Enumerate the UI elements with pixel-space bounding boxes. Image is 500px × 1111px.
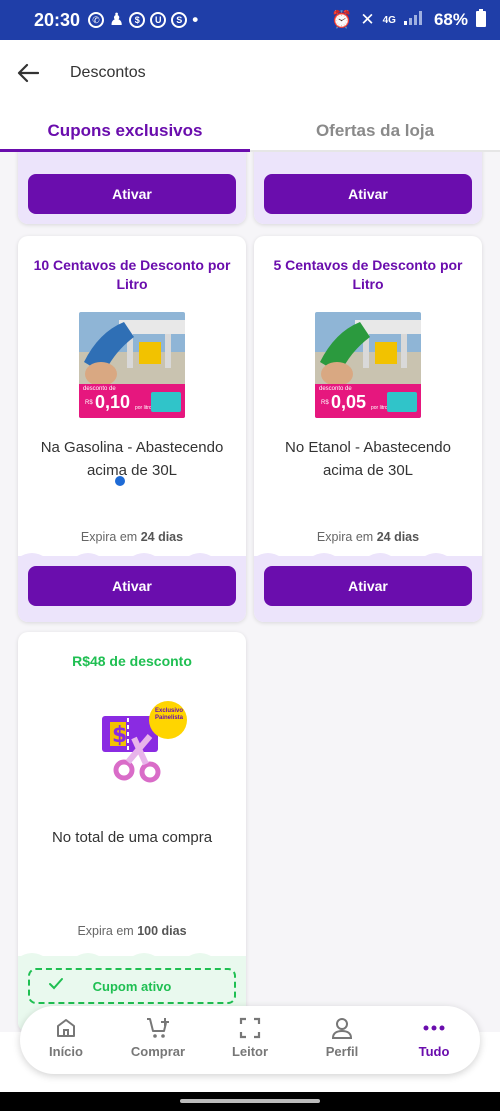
check-icon	[49, 978, 63, 990]
coupon-active-label: Cupom ativo	[92, 978, 172, 994]
nav-label: Comprar	[130, 1044, 186, 1059]
coupon-expiry: Expira em 24 dias	[80, 530, 184, 544]
arrow-left-icon	[17, 63, 39, 83]
card-footer: Ativar	[254, 152, 482, 224]
coupon-title: R$48 de desconto	[72, 653, 192, 669]
notification-icon: ♟	[109, 10, 125, 29]
app-header: Descontos	[0, 40, 500, 106]
coupon-description: No total de uma compra	[51, 829, 213, 846]
pay-icon: $	[129, 12, 146, 28]
tab-cupons-exclusivos[interactable]: Cupons exclusivos	[0, 112, 250, 152]
more-notifications-icon: •	[192, 10, 199, 29]
profile-icon	[331, 1018, 353, 1039]
network-type: 4G	[382, 14, 396, 26]
touch-indicator	[115, 476, 125, 486]
coupon-active-status: Cupom ativo	[28, 968, 236, 1004]
bottom-nav: Início Comprar Leitor Perfil Tudo	[20, 1006, 480, 1074]
coupon-title: 5 Centavos de Desconto por Litro	[273, 257, 463, 292]
card-footer: Ativar	[18, 152, 246, 224]
nav-label: Leitor	[231, 1044, 269, 1059]
nav-tudo[interactable]: Tudo	[388, 1006, 480, 1074]
whatsapp-icon: ✆	[88, 12, 105, 28]
scanner-icon	[239, 1017, 261, 1039]
signal-icon	[403, 10, 426, 30]
activate-button[interactable]: Ativar	[264, 174, 472, 214]
fuel-promo-image: desconto de R$ 0,10 por litro	[79, 312, 185, 418]
coupon-card-gasolina[interactable]: 10 Centavos de Desconto por Litro descon…	[18, 236, 246, 622]
status-time: 20:30	[34, 9, 81, 30]
nav-leitor[interactable]: Leitor	[204, 1006, 296, 1074]
nav-inicio[interactable]: Início	[20, 1006, 112, 1074]
home-indicator[interactable]	[180, 1099, 320, 1103]
promo-banner: desconto de R$ 0,05 por litro	[315, 384, 421, 418]
back-button[interactable]	[2, 47, 54, 99]
nav-label: Perfil	[325, 1044, 359, 1059]
coupon-card: Ativar	[18, 152, 246, 224]
alarm-icon: ⏰	[331, 10, 353, 29]
exclusive-badge-label: Exclusivo Painelista	[154, 708, 183, 721]
app-u-icon: U	[150, 12, 167, 28]
svg-text:$: $	[112, 723, 127, 748]
activate-button[interactable]: Ativar	[28, 174, 236, 214]
coupon-description: Na Gasolina - Abastecendo acima de 30L	[40, 439, 224, 479]
nav-label: Tudo	[418, 1044, 450, 1059]
tab-bar: Cupons exclusivos Ofertas da loja	[0, 112, 500, 152]
status-bar: 20:30 ✆ ♟ $ U S • ⏰ ✕ 4G 68%	[0, 0, 500, 40]
gesture-bar	[0, 1092, 500, 1111]
cart-plus-icon	[147, 1018, 169, 1038]
activate-button[interactable]: Ativar	[28, 566, 236, 606]
promo-banner: desconto de R$ 0,10 por litro	[79, 384, 185, 418]
tab-ofertas-da-loja[interactable]: Ofertas da loja	[250, 112, 500, 150]
nav-perfil[interactable]: Perfil	[296, 1006, 388, 1074]
coupon-card: Ativar	[254, 152, 482, 224]
card-graphic	[151, 392, 181, 412]
nav-comprar[interactable]: Comprar	[112, 1006, 204, 1074]
more-icon	[423, 1025, 445, 1031]
fuel-promo-image: desconto de R$ 0,05 por litro	[315, 312, 421, 418]
card-graphic	[387, 392, 417, 412]
battery-level: 68%	[433, 10, 468, 29]
coupon-expiry: Expira em 24 dias	[316, 530, 420, 544]
coupon-card-total[interactable]: R$48 de desconto $ Exclusivo Painelista …	[18, 632, 246, 1032]
home-icon	[57, 1019, 75, 1037]
card-footer: Ativar	[18, 553, 246, 622]
coupon-list[interactable]: Ativar Ativar 10 Centavos de Desconto po…	[0, 152, 500, 1032]
nav-label: Início	[49, 1044, 83, 1059]
card-footer: Ativar	[254, 553, 482, 622]
scissors-coupon-icon: $ Exclusivo Painelista	[98, 700, 194, 790]
app-s-icon: S	[171, 12, 188, 28]
coupon-expiry: Expira em 100 dias	[77, 924, 187, 938]
battery-icon	[476, 8, 486, 32]
coupon-card-etanol[interactable]: 5 Centavos de Desconto por Litro descont…	[254, 236, 482, 622]
mute-icon: ✕	[360, 10, 375, 29]
notification-icons: ✆ ♟ $ U S •	[88, 10, 198, 30]
coupon-description: No Etanol - Abastecendo acima de 30L	[285, 439, 451, 479]
activate-button[interactable]: Ativar	[264, 566, 472, 606]
coupon-title: 10 Centavos de Desconto por Litro	[33, 257, 231, 292]
page-title: Descontos	[70, 64, 146, 81]
